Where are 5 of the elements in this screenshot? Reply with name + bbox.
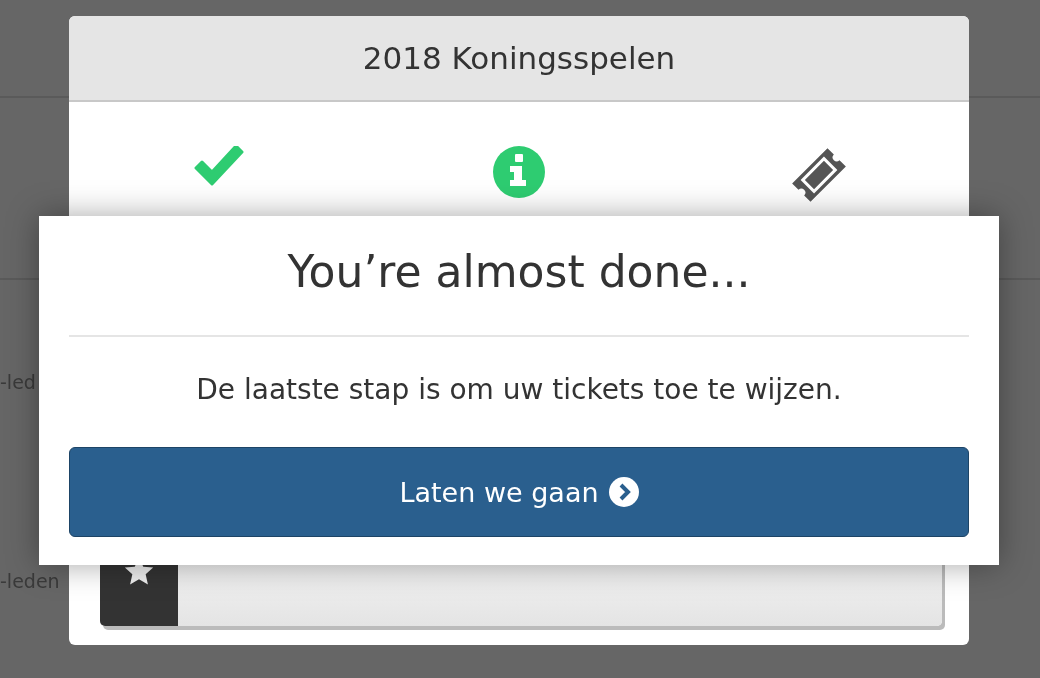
- chevron-circle-icon: [608, 477, 639, 507]
- dialog-title: You’re almost done...: [286, 246, 752, 299]
- continue-button[interactable]: Laten we gaan: [69, 447, 969, 537]
- dialog-message: De laatste stap is om uw tickets toe te wijzen.: [195, 373, 843, 408]
- modal-title: 2018 Koningsspelen: [362, 40, 676, 76]
